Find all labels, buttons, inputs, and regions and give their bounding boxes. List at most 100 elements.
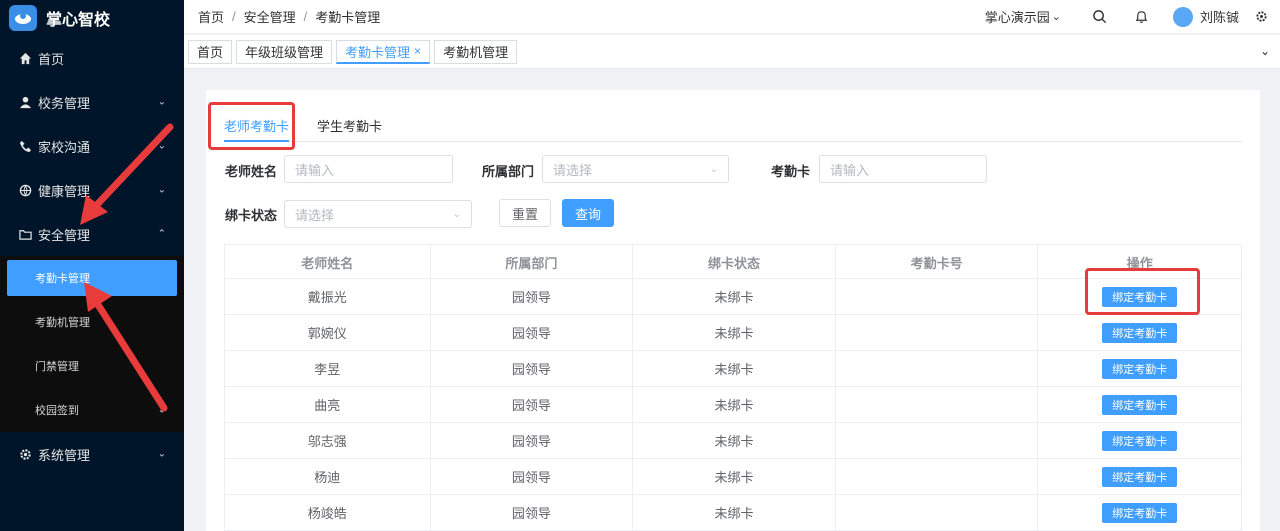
card-number-cell [836,351,1039,386]
card-number-cell [836,279,1039,314]
dept-cell: 园领导 [431,315,634,350]
sidebar-item-label: 考勤机管理 [35,317,90,329]
user-icon [18,95,32,109]
placeholder: 请选择 [295,207,335,223]
sidebar-item-label: 校务管理 [38,95,91,111]
card-number-cell [836,495,1039,530]
home-icon [18,51,32,65]
table-row: 曲亮 园领导 未绑卡 绑定考勤卡 [225,387,1241,423]
card-label: 考勤卡 [771,164,811,179]
logo-icon [9,5,37,31]
dept-cell: 园领导 [431,423,634,458]
sidebar-item-school-affairs[interactable]: 校务管理 ⌄ [0,80,184,124]
bind-status-label: 绑卡状态 [225,208,278,223]
breadcrumb-item[interactable]: 安全管理 [244,7,296,26]
placeholder: 请输入 [295,162,335,178]
teacher-name-cell: 戴振光 [225,279,431,314]
dept-cell: 园领导 [431,351,634,386]
app-title: 掌心智校 [46,12,111,29]
tab-label: 学生考勤卡 [317,119,383,134]
bell-icon[interactable] [1133,8,1151,26]
annotation-box-bind [1085,268,1200,315]
chevron-down-icon: ⌄ [157,184,166,196]
sidebar: 掌心智校 首页 校务管理 ⌄ 家校沟通 ⌄ 健康管理 ⌄ 安全管理 ⌃ 考勤卡管… [0,0,184,531]
tag-attendance-card[interactable]: 考勤卡管理 × [336,39,431,64]
sidebar-item-label: 系统管理 [38,447,91,463]
bind-card-button[interactable]: 绑定考勤卡 [1102,430,1178,451]
card-input[interactable]: 请输入 [819,155,987,183]
breadcrumb-item: 考勤卡管理 [315,10,381,25]
teacher-name-cell: 邬志强 [225,423,431,458]
dept-cell: 园领导 [431,459,634,494]
bind-status-select[interactable]: 请选择 ⌄ [284,200,472,228]
sidebar-item-security[interactable]: 安全管理 ⌃ [0,212,184,256]
action-cell: 绑定考勤卡 [1038,495,1241,530]
breadcrumb-item[interactable]: 首页 [198,7,224,26]
teacher-name-cell: 杨迪 [225,459,431,494]
query-button[interactable]: 查询 [562,199,614,227]
health-icon [18,183,32,197]
sidebar-item-label: 健康管理 [38,183,91,199]
sidebar-item-attendance-card[interactable]: 考勤卡管理 [0,256,184,300]
table-row: 郭婉仪 园领导 未绑卡 绑定考勤卡 [225,315,1241,351]
column-header: 所属部门 [431,245,634,279]
status-cell: 未绑卡 [633,315,836,350]
breadcrumb: 首页 / 安全管理 / 考勤卡管理 [184,7,380,26]
reset-button[interactable]: 重置 [499,199,551,227]
table-row: 李昱 园领导 未绑卡 绑定考勤卡 [225,351,1241,387]
teacher-name-cell: 杨竣皓 [225,495,431,530]
search-icon[interactable] [1091,8,1109,26]
bind-card-button[interactable]: 绑定考勤卡 [1102,466,1178,487]
placeholder: 请输入 [830,162,870,178]
breadcrumb-separator: / [232,9,236,24]
tag-label: 年级班级管理 [245,45,324,60]
org-switcher[interactable]: 掌心演示园 ⌄ [985,7,1061,26]
annotation-box-tab [208,102,295,150]
tag-grade-class[interactable]: 年级班级管理 [236,39,333,64]
sidebar-item-attendance-machine[interactable]: 考勤机管理 [0,300,184,344]
status-cell: 未绑卡 [633,279,836,314]
settings-icon[interactable] [1255,10,1268,23]
close-icon[interactable]: × [414,44,421,58]
bind-card-button[interactable]: 绑定考勤卡 [1102,322,1178,343]
chevron-up-icon: ⌃ [157,228,166,240]
sidebar-item-campus-checkin[interactable]: 校园签到 ⌄ [0,388,184,432]
bind-card-button[interactable]: 绑定考勤卡 [1102,502,1178,523]
action-cell: 绑定考勤卡 [1038,459,1241,494]
avatar[interactable] [1172,6,1193,27]
sidebar-item-access-control[interactable]: 门禁管理 [0,344,184,388]
sidebar-item-home[interactable]: 首页 [0,36,184,80]
dept-cell: 园领导 [431,495,634,530]
security-submenu: 考勤卡管理 考勤机管理 门禁管理 校园签到 ⌄ [0,256,184,432]
tag-attendance-machine[interactable]: 考勤机管理 [434,39,518,64]
table-row: 杨迪 园领导 未绑卡 绑定考勤卡 [225,459,1241,495]
user-name[interactable]: 刘陈铖 [1200,7,1239,26]
tag-label: 考勤机管理 [443,45,509,60]
sidebar-item-label: 安全管理 [38,227,91,243]
sidebar-item-system[interactable]: 系统管理 ⌄ [0,432,184,476]
sidebar-item-label: 首页 [38,51,65,67]
tag-label: 首页 [197,45,224,60]
placeholder: 请选择 [553,162,593,178]
chevron-down-icon: ⌄ [157,96,166,108]
chevron-down-icon: ⌄ [157,404,166,416]
teacher-name-cell: 李昱 [225,351,431,386]
sidebar-item-label: 家校沟通 [38,139,91,155]
tag-home[interactable]: 首页 [188,39,233,64]
status-cell: 未绑卡 [633,459,836,494]
chevron-down-icon[interactable]: ⌄ [1260,44,1270,58]
bind-card-button[interactable]: 绑定考勤卡 [1102,394,1178,415]
dept-label: 所属部门 [482,164,535,179]
dept-cell: 园领导 [431,387,634,422]
teacher-name-cell: 曲亮 [225,387,431,422]
chevron-down-icon: ⌄ [157,140,166,152]
card-number-cell [836,459,1039,494]
sidebar-item-health[interactable]: 健康管理 ⌄ [0,168,184,212]
bind-card-button[interactable]: 绑定考勤卡 [1102,358,1178,379]
sidebar-item-home-school[interactable]: 家校沟通 ⌄ [0,124,184,168]
teacher-name-input[interactable]: 请输入 [284,155,453,183]
tab-student-card[interactable]: 学生考勤卡 [317,112,382,142]
dept-select[interactable]: 请选择 ⌄ [542,155,729,183]
logo: 掌心智校 [0,0,184,36]
dept-cell: 园领导 [431,279,634,314]
